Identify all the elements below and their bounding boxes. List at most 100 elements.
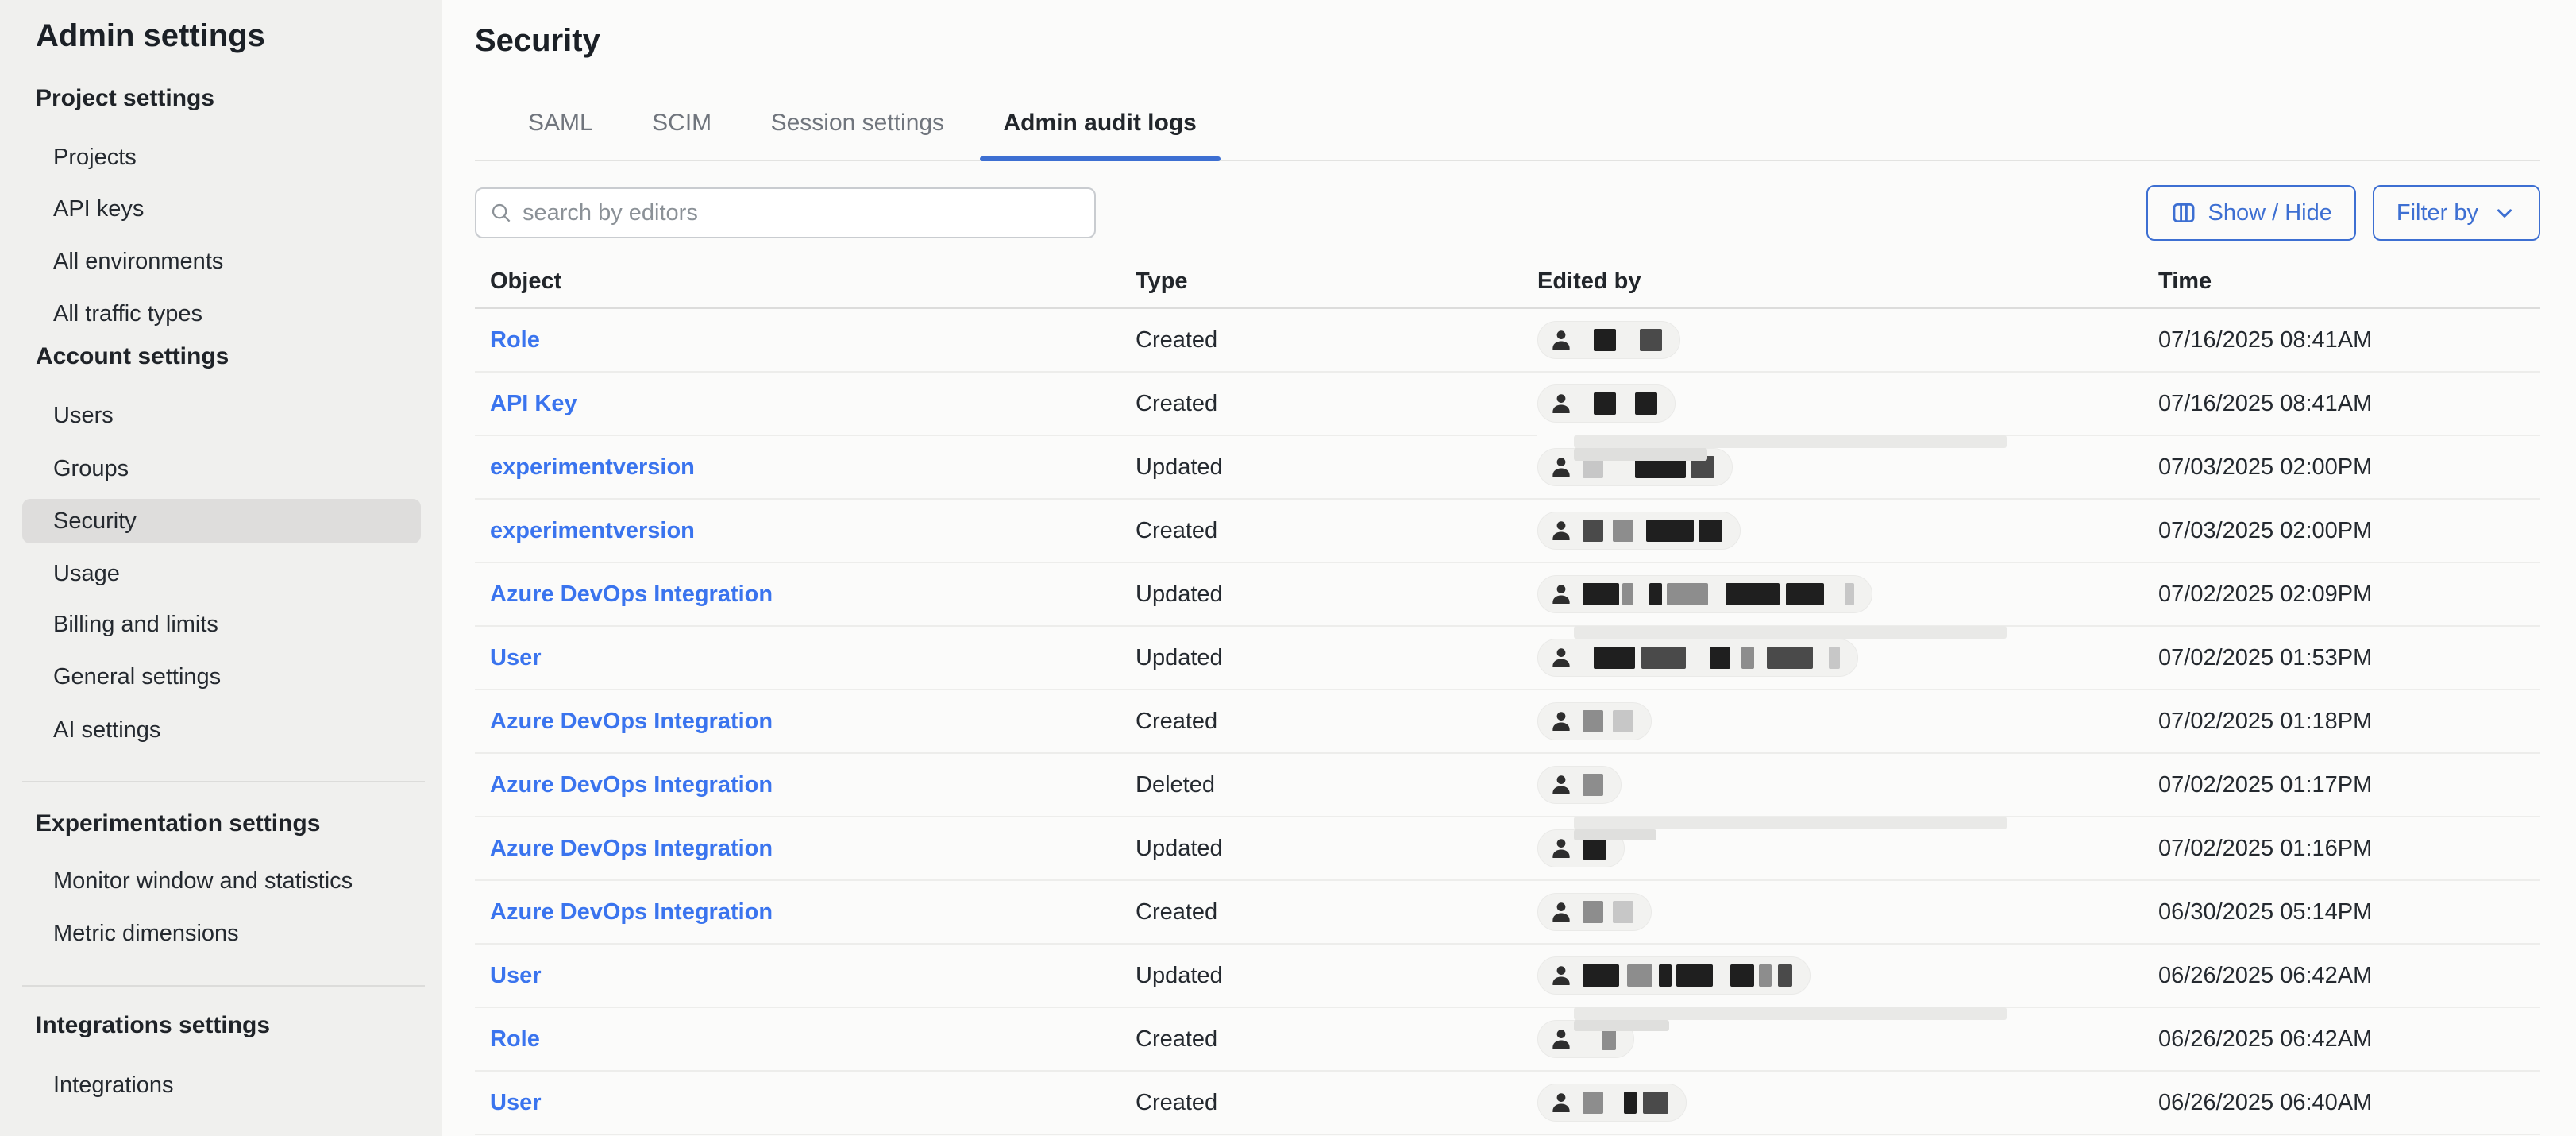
- redaction-block: [1574, 1020, 1669, 1031]
- redacted-name-bar: [1583, 1092, 1603, 1114]
- sidebar-section-experimentation-settings: Experimentation settings: [36, 810, 320, 837]
- person-icon: [1548, 962, 1575, 989]
- show-hide-label: Show / Hide: [2208, 200, 2332, 226]
- column-header-edited-by: Edited by: [1537, 269, 2158, 295]
- editor-redacted-pill: [1537, 639, 1858, 677]
- sidebar-item-groups[interactable]: Groups: [53, 454, 129, 483]
- redacted-name-bar: [1613, 710, 1633, 732]
- sidebar-item-monitor-window-and-statistics[interactable]: Monitor window and statistics: [53, 867, 353, 895]
- person-icon: [1548, 454, 1575, 481]
- redacted-name-bar: [1583, 964, 1619, 987]
- redacted-name-bar: [1602, 1028, 1616, 1050]
- time-cell: 07/03/2025 02:00PM: [2158, 454, 2540, 481]
- tab-scim[interactable]: SCIM: [628, 104, 735, 160]
- search-icon: [489, 201, 513, 225]
- edited-by-cell: [1537, 766, 2158, 804]
- redacted-name-bar: [1641, 647, 1686, 669]
- sidebar-item-all-traffic-types[interactable]: All traffic types: [53, 299, 202, 328]
- object-link[interactable]: Azure DevOps Integration: [490, 899, 773, 925]
- sidebar-item-billing-and-limits[interactable]: Billing and limits: [53, 610, 218, 639]
- editor-redacted-pill: [1537, 956, 1811, 995]
- object-link[interactable]: User: [490, 1090, 542, 1115]
- columns-icon: [2170, 199, 2197, 226]
- toolbar-buttons: Show / Hide Filter by: [2146, 185, 2541, 241]
- sidebar-divider: [22, 781, 425, 782]
- type-cell: Created: [1136, 899, 1537, 925]
- object-link[interactable]: experimentversion: [490, 454, 695, 480]
- redacted-name-bar: [1741, 647, 1754, 669]
- redacted-name-bar: [1759, 964, 1772, 987]
- tab-session-settings[interactable]: Session settings: [747, 104, 968, 160]
- tab-bar: SAML SCIM Session settings Admin audit l…: [475, 104, 2540, 161]
- table-row: Azure DevOps Integration Created 07/02/2…: [475, 690, 2540, 754]
- object-link[interactable]: Azure DevOps Integration: [490, 836, 773, 861]
- object-link[interactable]: Azure DevOps Integration: [490, 582, 773, 607]
- object-link[interactable]: Role: [490, 327, 540, 353]
- sidebar-item-users[interactable]: Users: [53, 401, 114, 430]
- audit-log-table: Object Type Edited by Time Role Created …: [475, 255, 2540, 1135]
- sidebar-section-account-settings: Account settings: [36, 343, 229, 370]
- object-link[interactable]: Azure DevOps Integration: [490, 709, 773, 734]
- object-link[interactable]: Azure DevOps Integration: [490, 772, 773, 798]
- editor-redacted-pill: [1537, 1084, 1687, 1122]
- show-hide-button[interactable]: Show / Hide: [2146, 185, 2356, 241]
- search-input[interactable]: [475, 187, 1096, 238]
- sidebar: Admin settings Project settings Projects…: [0, 0, 442, 1136]
- edited-by-cell: [1537, 639, 2158, 677]
- table-row: User Updated 06/26/2025 06:42AM: [475, 945, 2540, 1008]
- object-link[interactable]: experimentversion: [490, 518, 695, 543]
- redacted-name-bar: [1829, 647, 1840, 669]
- sidebar-item-usage[interactable]: Usage: [53, 559, 120, 588]
- tab-admin-audit-logs[interactable]: Admin audit logs: [980, 104, 1221, 160]
- table-row: Azure DevOps Integration Updated 07/02/2…: [475, 817, 2540, 881]
- main-content: Security SAML SCIM Session settings Admi…: [442, 0, 2576, 1136]
- person-icon: [1548, 1089, 1575, 1116]
- object-link[interactable]: Role: [490, 1026, 540, 1052]
- redacted-name-bar: [1635, 392, 1657, 415]
- time-cell: 06/30/2025 05:14PM: [2158, 899, 2540, 925]
- editor-redacted-pill: [1537, 321, 1680, 359]
- sidebar-item-all-environments[interactable]: All environments: [53, 247, 223, 276]
- edited-by-cell: [1537, 702, 2158, 740]
- table-body: Role Created 07/16/2025 08:41AM API Key …: [475, 309, 2540, 1135]
- redaction-block: [1574, 435, 2007, 448]
- redacted-name-bar: [1622, 583, 1633, 605]
- redacted-name-bar: [1786, 583, 1824, 605]
- time-cell: 07/02/2025 02:09PM: [2158, 582, 2540, 608]
- redacted-name-bar: [1594, 392, 1616, 415]
- object-link[interactable]: API Key: [490, 391, 577, 416]
- redacted-name-bar: [1583, 710, 1603, 732]
- sidebar-item-metric-dimensions[interactable]: Metric dimensions: [53, 919, 239, 948]
- type-cell: Updated: [1136, 582, 1537, 608]
- table-row: Role Created 07/16/2025 08:41AM: [475, 309, 2540, 373]
- column-header-type: Type: [1136, 269, 1537, 295]
- object-link[interactable]: User: [490, 645, 542, 670]
- sidebar-section-integrations-settings: Integrations settings: [36, 1012, 270, 1039]
- filter-by-label: Filter by: [2397, 200, 2478, 226]
- type-cell: Updated: [1136, 963, 1537, 989]
- sidebar-item-general-settings[interactable]: General settings: [53, 663, 221, 691]
- type-cell: Deleted: [1136, 772, 1537, 798]
- sidebar-item-integrations[interactable]: Integrations: [53, 1071, 174, 1099]
- redacted-name-bar: [1583, 774, 1603, 796]
- sidebar-item-ai-settings[interactable]: AI settings: [53, 716, 160, 744]
- redacted-name-bar: [1594, 647, 1635, 669]
- table-row: experimentversion Created 07/03/2025 02:…: [475, 500, 2540, 563]
- redaction-block: [1574, 829, 1656, 840]
- editor-redacted-pill: [1537, 766, 1622, 804]
- redaction-block: [1574, 626, 2007, 639]
- person-icon: [1548, 644, 1575, 671]
- editor-redacted-pill: [1537, 893, 1652, 931]
- sidebar-item-projects[interactable]: Projects: [53, 143, 137, 172]
- table-row: experimentversion Updated 07/03/2025 02:…: [475, 436, 2540, 500]
- filter-by-button[interactable]: Filter by: [2373, 185, 2540, 241]
- redacted-name-bar: [1767, 647, 1813, 669]
- tab-saml[interactable]: SAML: [504, 104, 617, 160]
- page-title: Security: [475, 22, 2540, 59]
- edited-by-cell: [1537, 512, 2158, 550]
- redacted-name-bar: [1643, 1092, 1668, 1114]
- object-link[interactable]: User: [490, 963, 542, 988]
- sidebar-item-security[interactable]: Security: [22, 499, 421, 543]
- sidebar-item-api-keys[interactable]: API keys: [53, 195, 144, 223]
- toolbar: Show / Hide Filter by: [475, 185, 2540, 241]
